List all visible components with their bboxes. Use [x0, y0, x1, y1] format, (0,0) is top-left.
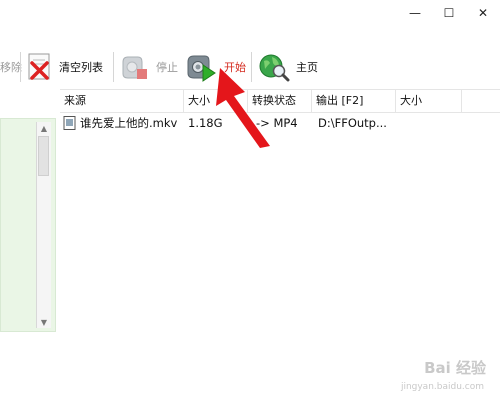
- scroll-up-icon[interactable]: ▲: [37, 122, 51, 134]
- baidu-watermark-url: jingyan.baidu.com: [400, 382, 484, 392]
- baidu-watermark: Bai 经验: [424, 359, 486, 377]
- remove-button[interactable]: 移除: [0, 44, 22, 90]
- home-label: 主页: [296, 61, 318, 74]
- clear-list-button[interactable]: 清空列表: [27, 44, 103, 90]
- video-file-icon: [63, 116, 76, 130]
- column-header-output[interactable]: 输出 [F2]: [312, 90, 396, 112]
- row-source: 谁先爱上他的.mkv: [80, 116, 178, 130]
- column-header-output-size[interactable]: 大小: [396, 90, 462, 112]
- minimize-button[interactable]: —: [398, 0, 432, 26]
- file-list-header: 来源 大小 转换状态 输出 [F2] 大小: [60, 89, 500, 113]
- table-row[interactable]: 谁先爱上他的.mkv 1.18G -> MP4 D:\FFOutp...: [60, 112, 500, 134]
- column-header-source[interactable]: 来源: [60, 90, 184, 112]
- toolbar-separator: [20, 52, 21, 82]
- stop-icon: [122, 56, 147, 79]
- clear-list-icon: [28, 53, 50, 80]
- red-arrow-annotation: [216, 68, 270, 148]
- scroll-thumb[interactable]: [38, 136, 49, 176]
- remove-label: 移除: [0, 61, 22, 74]
- maximize-button[interactable]: ☐: [432, 0, 466, 26]
- close-button[interactable]: ✕: [466, 0, 500, 26]
- stop-label: 停止: [156, 61, 178, 74]
- window-controls: — ☐ ✕: [398, 0, 500, 26]
- left-panel-scrollbar[interactable]: ▲ ▼: [36, 122, 51, 328]
- scroll-down-icon[interactable]: ▼: [37, 316, 51, 328]
- row-output-size: [400, 112, 460, 134]
- clear-list-label: 清空列表: [59, 61, 103, 74]
- row-output: D:\FFOutp...: [318, 116, 387, 130]
- stop-button[interactable]: 停止: [120, 44, 178, 90]
- toolbar-separator: [113, 52, 114, 82]
